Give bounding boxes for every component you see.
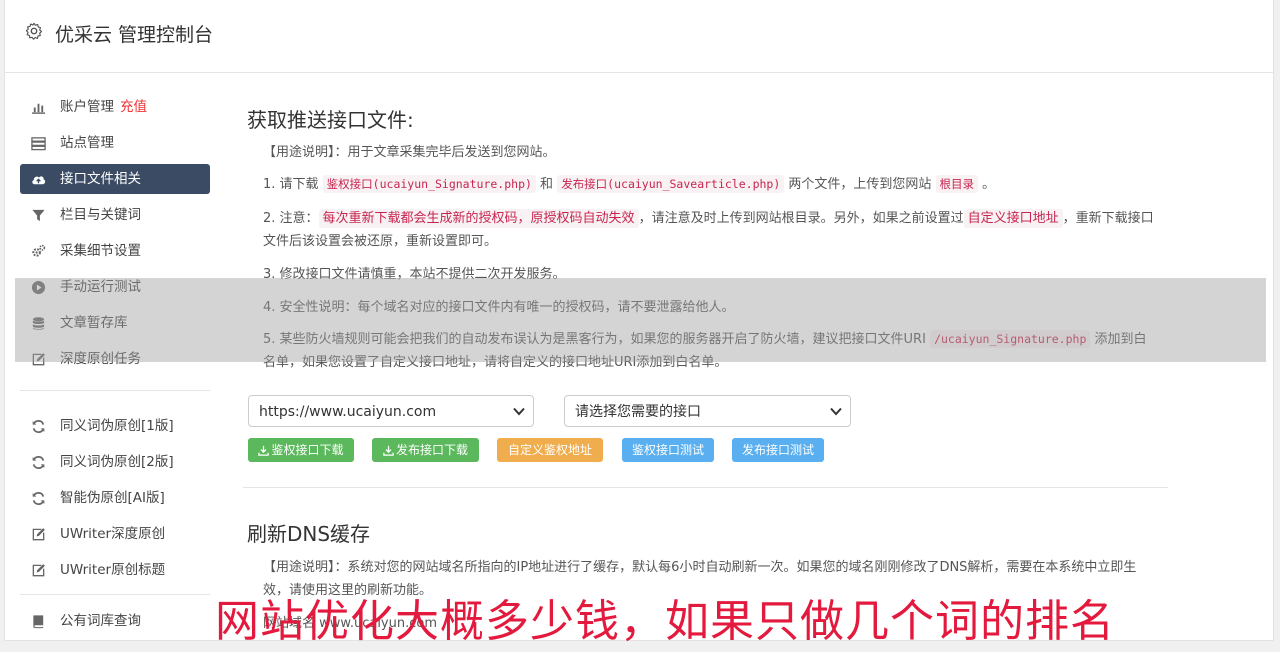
top-bar: 优采云 管理控制台	[5, 0, 1273, 73]
sidebar-item-ai-rewrite[interactable]: 智能伪原创[AI版]	[20, 483, 210, 513]
download-icon	[258, 445, 270, 456]
cogs-icon	[32, 244, 46, 257]
bar-chart-icon	[31, 103, 46, 114]
warning-highlight: 每次重新下载都会生成新的授权码，原授权码自动失效	[318, 209, 639, 228]
overlay-band	[15, 278, 1266, 362]
sidebar-item-label: 接口文件相关	[60, 171, 141, 187]
refresh-icon	[32, 420, 45, 433]
custom-url-highlight: 自定义接口地址	[963, 209, 1063, 228]
filter-icon	[32, 209, 45, 222]
gear-icon[interactable]	[25, 22, 43, 40]
sidebar-item-label: 账户管理	[60, 99, 114, 115]
server-icon	[31, 137, 46, 151]
edit-icon	[32, 528, 45, 541]
instruction-text: 。	[978, 177, 996, 192]
sidebar-item-public-lexicon[interactable]: 公有词库查询	[20, 606, 210, 636]
button-label: 发布接口下载	[395, 443, 468, 457]
api-select-value: 请选择您需要的接口	[575, 404, 701, 420]
custom-auth-url-button[interactable]: 自定义鉴权地址	[497, 438, 603, 462]
test-publish-button[interactable]: 发布接口测试	[732, 438, 824, 462]
sidebar-item-columns-keywords[interactable]: 栏目与关键词	[20, 200, 210, 230]
sidebar-item-api-files[interactable]: 接口文件相关	[20, 164, 210, 194]
instruction-2: 2. 注意： 每次重新下载都会生成新的授权码，原授权码自动失效 ，请注意及时上传到网…	[263, 207, 1155, 253]
refresh-icon	[32, 456, 45, 469]
button-label: 自定义鉴权地址	[507, 443, 592, 457]
sidebar-divider	[20, 594, 210, 595]
code-root-dir: 根目录	[935, 175, 979, 193]
api-select[interactable]: 请选择您需要的接口	[564, 395, 851, 427]
recharge-link[interactable]: 充值	[120, 99, 147, 115]
instruction-text: 2. 注意：	[263, 211, 319, 226]
section-heading-dns: 刷新DNS缓存	[247, 522, 371, 546]
instruction-text: 1. 请下载	[263, 177, 323, 192]
section-divider	[243, 487, 1168, 488]
instruction-text: 两个文件，上传到您网站	[784, 177, 936, 192]
code-auth-file: 鉴权接口(ucaiyun_Signature.php)	[322, 175, 536, 193]
sidebar-item-label: 栏目与关键词	[60, 207, 141, 223]
sidebar-item-label: 站点管理	[60, 135, 114, 151]
button-label: 鉴权接口测试	[631, 443, 704, 457]
refresh-icon	[32, 492, 45, 505]
section-heading-api-files: 获取推送接口文件:	[247, 108, 414, 132]
sidebar-item-account[interactable]: 账户管理 充值	[20, 92, 210, 122]
sidebar-item-uwriter-title[interactable]: UWriter原创标题	[20, 555, 210, 585]
button-label: 鉴权接口下载	[271, 443, 344, 457]
sidebar-item-label: 采集细节设置	[60, 243, 141, 259]
chevron-down-icon	[513, 407, 525, 416]
sidebar-item-label: 同义词伪原创[2版]	[60, 454, 174, 470]
cloud-upload-icon	[32, 176, 46, 185]
app-title: 优采云 管理控制台	[55, 24, 214, 46]
instruction-text: ，请注意及时上传到网站根目录。另外，如果之前设置过	[638, 211, 964, 226]
code-publish-file: 发布接口(ucaiyun_Savearticle.php)	[557, 175, 785, 193]
sidebar-item-synonym-v2[interactable]: 同义词伪原创[2版]	[20, 447, 210, 477]
sidebar-item-sites[interactable]: 站点管理	[20, 128, 210, 158]
button-label: 发布接口测试	[741, 443, 814, 457]
sidebar-item-label: UWriter原创标题	[60, 562, 166, 578]
instruction-1: 1. 请下载 鉴权接口(ucaiyun_Signature.php) 和 发布接…	[263, 173, 995, 196]
instruction-text: 和	[535, 177, 558, 192]
chevron-down-icon	[830, 407, 842, 416]
site-select[interactable]: https://www.ucaiyun.com	[248, 395, 534, 427]
sidebar: 账户管理 充值 站点管理 接口文件相关 栏目与关键词 采集细节设置 手动运行测试 …	[20, 92, 210, 642]
usage-note: 【用途说明】：用于文章采集完毕后发送到您网站。	[263, 145, 556, 160]
sidebar-item-synonym-v1[interactable]: 同义词伪原创[1版]	[20, 411, 210, 441]
download-publish-button[interactable]: 发布接口下载	[372, 438, 479, 462]
sidebar-divider	[20, 390, 210, 391]
sidebar-item-label: 公有词库查询	[60, 613, 141, 629]
sidebar-item-label: 智能伪原创[AI版]	[60, 490, 165, 506]
test-auth-button[interactable]: 鉴权接口测试	[622, 438, 714, 462]
book-icon	[33, 615, 44, 629]
sidebar-item-label: 同义词伪原创[1版]	[60, 418, 174, 434]
site-select-value: https://www.ucaiyun.com	[259, 404, 437, 420]
sidebar-item-collect-settings[interactable]: 采集细节设置	[20, 236, 210, 266]
banner-text: 网站优化大概多少钱，如果只做几个词的排名	[215, 596, 1115, 647]
sidebar-item-label: UWriter深度原创	[60, 526, 166, 542]
sidebar-item-uwriter-deep[interactable]: UWriter深度原创	[20, 519, 210, 549]
download-auth-button[interactable]: 鉴权接口下载	[248, 438, 354, 462]
edit-icon	[32, 564, 45, 577]
download-icon	[383, 445, 394, 456]
